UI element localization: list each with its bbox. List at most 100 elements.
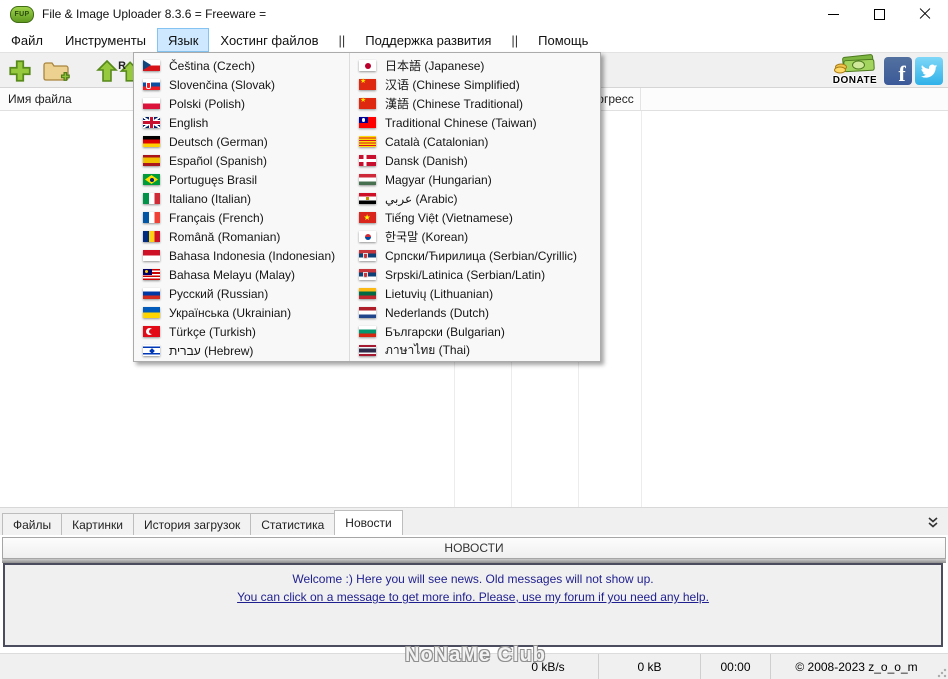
watermark: NoNaMe Club — [405, 644, 546, 666]
language-menu-item[interactable]: Türkçe (Turkish) — [134, 322, 349, 341]
flag-poland-icon — [143, 98, 160, 109]
maximize-button[interactable] — [856, 0, 902, 28]
menubar-item[interactable]: Хостинг файлов — [209, 28, 329, 52]
flag-lithuania-icon — [359, 288, 376, 299]
language-label: English — [169, 115, 209, 130]
language-menu-item[interactable]: Српски/Ћирилица (Serbian/Cyrillic) — [350, 246, 600, 265]
tab[interactable]: История загрузок — [133, 513, 252, 535]
language-menu-item[interactable]: Italiano (Italian) — [134, 189, 349, 208]
language-menu-item[interactable]: Bahasa Indonesia (Indonesian) — [134, 246, 349, 265]
language-menu-item[interactable]: Magyar (Hungarian) — [350, 170, 600, 189]
language-label: Deutsch (German) — [169, 134, 268, 149]
flag-thailand-icon — [359, 345, 376, 356]
language-menu-item[interactable]: 日本語 (Japanese) — [350, 56, 600, 75]
add-files-button[interactable] — [5, 56, 35, 86]
language-menu-item[interactable]: Slovenčina (Slovak) — [134, 75, 349, 94]
menubar-item[interactable]: Файл — [0, 28, 54, 52]
menubar-item[interactable]: Инструменты — [54, 28, 157, 52]
language-menu-item[interactable]: Polski (Polish) — [134, 94, 349, 113]
flag-japan-icon — [359, 60, 376, 71]
minimize-icon — [827, 13, 839, 15]
language-menu-item[interactable]: Traditional Chinese (Taiwan) — [350, 113, 600, 132]
language-menu-item[interactable]: Portuguęs Brasil — [134, 170, 349, 189]
flag-hungary-icon — [359, 174, 376, 185]
language-label: Srpski/Latinica (Serbian/Latin) — [385, 267, 546, 282]
flag-china-icon — [359, 78, 376, 90]
tab[interactable]: Картинки — [61, 513, 134, 535]
language-label: 汉语 (Chinese Simplified) — [385, 78, 520, 92]
news-message: Welcome :) Here you will see news. Old m… — [292, 572, 654, 586]
language-menu-item[interactable]: ภาษาไทย (Thai) — [350, 341, 600, 360]
language-label: Español (Spanish) — [169, 153, 268, 168]
flag-korea-icon — [359, 231, 376, 242]
language-menu-item[interactable]: English — [134, 113, 349, 132]
language-menu-item[interactable]: Deutsch (German) — [134, 132, 349, 151]
status-time: 00:00 — [700, 654, 770, 679]
language-menu-item[interactable]: Français (French) — [134, 208, 349, 227]
language-menu-item[interactable]: Română (Romanian) — [134, 227, 349, 246]
language-menu-item[interactable]: Català (Catalonian) — [350, 132, 600, 151]
flag-vietnam-icon — [359, 212, 376, 223]
language-menu-item[interactable]: Čeština (Czech) — [134, 56, 349, 75]
language-menu-item[interactable]: Български (Bulgarian) — [350, 322, 600, 341]
menubar-item[interactable]: Язык — [157, 28, 210, 52]
expand-tabs-button[interactable] — [926, 515, 940, 529]
minimize-button[interactable] — [810, 0, 856, 28]
language-label: عربي (Arabic) — [385, 191, 458, 206]
language-label: Čeština (Czech) — [169, 58, 256, 73]
add-folder-button[interactable] — [41, 56, 71, 86]
maximize-icon — [873, 8, 885, 20]
language-label: Magyar (Hungarian) — [385, 172, 492, 187]
facebook-button[interactable]: f — [884, 57, 912, 85]
flag-slovak-icon — [143, 79, 160, 90]
language-label: עברית (Hebrew) — [169, 343, 254, 358]
close-button[interactable] — [902, 0, 948, 28]
grid-line — [641, 111, 642, 507]
language-menu-item[interactable]: 汉语 (Chinese Simplified) — [350, 75, 600, 94]
app-icon: FUP — [10, 5, 34, 23]
facebook-icon: f — [898, 61, 906, 85]
tab[interactable]: Новости — [334, 510, 403, 535]
language-menu-item[interactable]: Українська (Ukrainian) — [134, 303, 349, 322]
menubar-item[interactable]: Помощь — [527, 28, 599, 52]
flag-germany-icon — [143, 136, 160, 147]
column-header-filename-label: Имя файла — [8, 92, 72, 106]
language-label: Lietuvių (Lithuanian) — [385, 286, 494, 301]
twitter-button[interactable] — [915, 57, 943, 85]
bottom-tab-bar: Файлы Картинки История загрузок Статистика Н… — [0, 507, 948, 535]
language-menu-item[interactable]: עברית (Hebrew) — [134, 341, 349, 360]
menubar-item[interactable]: Поддержка развития — [354, 28, 502, 52]
language-label: Русский (Russian) — [169, 286, 269, 301]
language-menu-item[interactable]: Русский (Russian) — [134, 284, 349, 303]
language-menu-item[interactable]: 漢語 (Chinese Traditional) — [350, 94, 600, 113]
flag-netherlands-icon — [359, 307, 376, 318]
language-label: Français (French) — [169, 210, 264, 225]
language-menu-item[interactable]: Tiếng Việt (Vietnamese) — [350, 208, 600, 227]
language-menu-item[interactable]: Español (Spanish) — [134, 151, 349, 170]
language-menu-item[interactable]: Srpski/Latinica (Serbian/Latin) — [350, 265, 600, 284]
language-menu-item[interactable]: Bahasa Melayu (Malay) — [134, 265, 349, 284]
tab[interactable]: Статистика — [250, 513, 336, 535]
language-label: Bahasa Melayu (Malay) — [169, 267, 296, 282]
news-message-link[interactable]: You can click on a message to get more i… — [5, 590, 941, 604]
flag-czech-icon — [143, 60, 160, 71]
language-label: Italiano (Italian) — [169, 191, 252, 206]
language-menu-item[interactable]: Lietuvių (Lithuanian) — [350, 284, 600, 303]
chevron-double-down-icon — [928, 517, 938, 528]
language-menu-item[interactable]: عربي (Arabic) — [350, 189, 600, 208]
language-label: Tiếng Việt (Vietnamese) — [385, 210, 513, 225]
language-label: 한국말 (Korean) — [385, 230, 469, 244]
flag-taiwan-icon — [359, 117, 376, 128]
tab[interactable]: Файлы — [2, 513, 63, 535]
language-label: Dansk (Danish) — [385, 153, 468, 168]
resize-grip[interactable] — [937, 668, 947, 678]
money-icon — [834, 54, 875, 74]
language-menu-item[interactable]: Nederlands (Dutch) — [350, 303, 600, 322]
flag-spain-icon — [143, 155, 160, 166]
language-menu-item[interactable]: 한국말 (Korean) — [350, 227, 600, 246]
status-copyright: © 2008-2023 z_o_o_m — [770, 654, 942, 679]
language-menu-item[interactable]: Dansk (Danish) — [350, 151, 600, 170]
news-header-label: НОВОСТИ — [444, 541, 504, 555]
flag-russia-icon — [143, 288, 160, 299]
donate-button[interactable]: DONATE — [826, 54, 884, 88]
